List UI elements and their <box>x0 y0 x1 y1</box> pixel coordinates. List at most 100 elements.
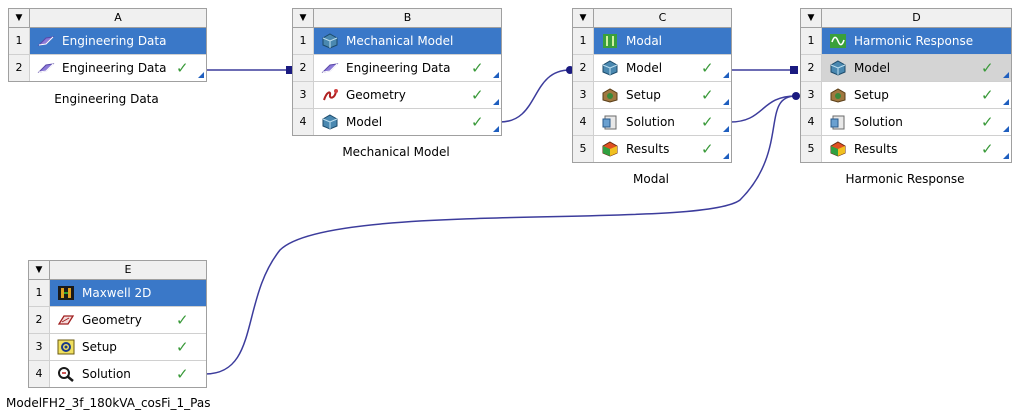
update-triangle-icon <box>723 72 729 78</box>
system-letter: C <box>658 11 667 24</box>
cell-maxwell-2d-title[interactable]: 1 Maxwell 2D <box>29 280 206 307</box>
system-letter: E <box>124 263 132 276</box>
cell-solution[interactable]: 4 Solution ✓ <box>801 109 1011 136</box>
system-letter: A <box>114 11 122 24</box>
system-a[interactable]: ▼ A 1 Engineering Data 2 Engineering Dat… <box>8 8 207 82</box>
system-menu-icon[interactable]: ▼ <box>29 261 50 279</box>
cell-solution[interactable]: 4 Solution ✓ <box>29 361 206 387</box>
row-number: 5 <box>801 136 822 162</box>
cell-engineering-data[interactable]: 2 Engineering Data ✓ <box>9 55 206 81</box>
row-number: 2 <box>9 55 30 81</box>
cell-results[interactable]: 5 Results ✓ <box>573 136 731 162</box>
results-icon <box>828 140 848 158</box>
check-icon: ✓ <box>981 59 994 77</box>
row-number: 4 <box>573 109 594 135</box>
book-icon <box>320 59 340 77</box>
system-menu-icon[interactable]: ▼ <box>573 9 594 27</box>
update-triangle-icon <box>1003 126 1009 132</box>
system-d[interactable]: ▼ D 1 Harmonic Response 2 Model ✓ 3 Setu… <box>800 8 1012 163</box>
cell-geometry[interactable]: 3 Geometry ✓ <box>293 82 501 109</box>
system-menu-icon[interactable]: ▼ <box>9 9 30 27</box>
solution-icon <box>828 113 848 131</box>
cell-modal-title[interactable]: 1 Modal <box>573 28 731 55</box>
cell-label: Setup <box>626 88 661 102</box>
system-a-header[interactable]: ▼ A <box>9 9 206 28</box>
system-b-header[interactable]: ▼ B <box>293 9 501 28</box>
cell-engineering-data-title[interactable]: 1 Engineering Data <box>9 28 206 55</box>
check-icon: ✓ <box>981 86 994 104</box>
system-d-header[interactable]: ▼ D <box>801 9 1011 28</box>
system-menu-icon[interactable]: ▼ <box>293 9 314 27</box>
row-number: 1 <box>573 28 594 54</box>
check-icon: ✓ <box>471 113 484 131</box>
cell-label: Geometry <box>346 88 406 102</box>
check-icon: ✓ <box>176 338 189 356</box>
system-letter: B <box>403 11 412 24</box>
cell-label: Model <box>626 61 663 75</box>
update-triangle-icon <box>723 126 729 132</box>
modal-icon <box>600 32 620 50</box>
cell-model[interactable]: 2 Model ✓ <box>801 55 1011 82</box>
cell-label: Engineering Data <box>62 34 167 48</box>
system-b-caption[interactable]: Mechanical Model <box>292 145 500 159</box>
book-icon <box>36 59 56 77</box>
row-number: 2 <box>801 55 822 81</box>
system-b[interactable]: ▼ B 1 Mechanical Model 2 Engineering Dat… <box>292 8 502 136</box>
system-c-header[interactable]: ▼ C <box>573 9 731 28</box>
cell-harmonic-response-title[interactable]: 1 Harmonic Response <box>801 28 1011 55</box>
cell-label: Model <box>346 115 383 129</box>
cell-geometry[interactable]: 2 Geometry ✓ <box>29 307 206 334</box>
row-number: 3 <box>29 334 50 360</box>
cell-label: Geometry <box>82 313 142 327</box>
row-number: 4 <box>801 109 822 135</box>
cell-model[interactable]: 2 Model ✓ <box>573 55 731 82</box>
cell-label: Engineering Data <box>346 61 451 75</box>
system-letter: D <box>912 11 921 24</box>
cell-label: Setup <box>82 340 117 354</box>
check-icon: ✓ <box>981 140 994 158</box>
check-icon: ✓ <box>471 59 484 77</box>
cell-model[interactable]: 4 Model ✓ <box>293 109 501 135</box>
cell-mechanical-model-title[interactable]: 1 Mechanical Model <box>293 28 501 55</box>
cell-setup[interactable]: 3 Setup ✓ <box>801 82 1011 109</box>
system-c[interactable]: ▼ C 1 Modal 2 Model ✓ 3 Setup ✓ 4 Soluti… <box>572 8 732 163</box>
cell-setup[interactable]: 3 Setup ✓ <box>29 334 206 361</box>
geometry-icon <box>320 86 340 104</box>
link-b4-c2 <box>499 69 571 123</box>
system-e-caption[interactable]: ModelFH2_3f_180kVA_cosFi_1_Pas <box>6 396 226 410</box>
cell-label: Results <box>626 142 670 156</box>
cell-label: Maxwell 2D <box>82 286 152 300</box>
cell-label: Harmonic Response <box>854 34 974 48</box>
row-number: 3 <box>293 82 314 108</box>
update-triangle-icon <box>198 72 204 78</box>
system-c-caption[interactable]: Modal <box>572 172 730 186</box>
book-icon <box>36 32 56 50</box>
system-d-caption[interactable]: Harmonic Response <box>800 172 1010 186</box>
row-number: 3 <box>573 82 594 108</box>
solution-icon <box>56 365 76 383</box>
check-icon: ✓ <box>701 140 714 158</box>
system-menu-icon[interactable]: ▼ <box>801 9 822 27</box>
update-triangle-icon <box>493 99 499 105</box>
cell-label: Results <box>854 142 898 156</box>
cell-engineering-data[interactable]: 2 Engineering Data ✓ <box>293 55 501 82</box>
link-d3-dot <box>792 92 800 100</box>
cell-setup[interactable]: 3 Setup ✓ <box>573 82 731 109</box>
update-triangle-icon <box>723 99 729 105</box>
system-a-caption[interactable]: Engineering Data <box>8 92 205 106</box>
geometry-icon <box>56 311 76 329</box>
check-icon: ✓ <box>176 59 189 77</box>
results-icon <box>600 140 620 158</box>
check-icon: ✓ <box>176 365 189 383</box>
system-e-header[interactable]: ▼ E <box>29 261 206 280</box>
cell-label: Engineering Data <box>62 61 167 75</box>
cell-label: Model <box>854 61 891 75</box>
cell-label: Modal <box>626 34 662 48</box>
system-e[interactable]: ▼ E 1 Maxwell 2D 2 Geometry ✓ 3 Setup ✓ … <box>28 260 207 388</box>
cell-results[interactable]: 5 Results ✓ <box>801 136 1011 162</box>
row-number: 4 <box>293 109 314 135</box>
cell-label: Solution <box>854 115 903 129</box>
cell-solution[interactable]: 4 Solution ✓ <box>573 109 731 136</box>
update-triangle-icon <box>493 72 499 78</box>
update-triangle-icon <box>1003 153 1009 159</box>
